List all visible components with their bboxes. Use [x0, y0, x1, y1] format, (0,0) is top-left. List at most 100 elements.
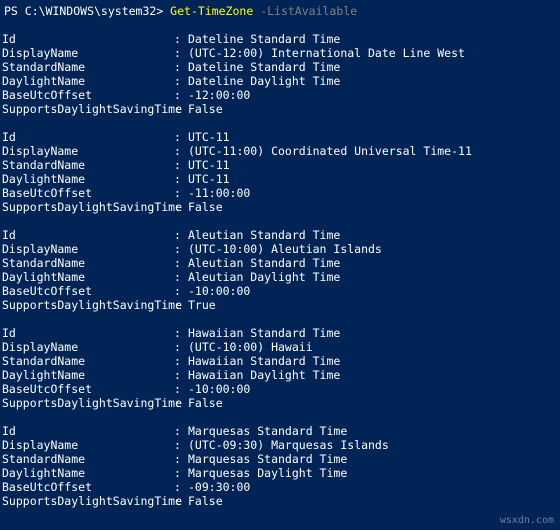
property-row: DisplayName: (UTC-10:00) Hawaii	[2, 340, 560, 354]
property-row: BaseUtcOffset: -10:00:00	[2, 284, 560, 298]
property-value: Dateline Standard Time	[188, 60, 560, 74]
property-value: False	[188, 200, 560, 214]
property-value: Marquesas Standard Time	[188, 424, 560, 438]
property-label: Id	[2, 228, 174, 242]
property-label: SupportsDaylightSavingTime	[2, 494, 174, 508]
property-value: False	[188, 494, 560, 508]
property-value: UTC-11	[188, 158, 560, 172]
property-value: Aleutian Daylight Time	[188, 270, 560, 284]
property-label: DaylightName	[2, 172, 174, 186]
property-label: DaylightName	[2, 270, 174, 284]
property-label: DisplayName	[2, 340, 174, 354]
property-row: DaylightName: Dateline Daylight Time	[2, 74, 560, 88]
property-row: SupportsDaylightSavingTime: False	[2, 200, 560, 214]
property-row: BaseUtcOffset: -10:00:00	[2, 382, 560, 396]
property-label: SupportsDaylightSavingTime	[2, 200, 174, 214]
separator: :	[174, 354, 188, 368]
property-value: (UTC-10:00) Hawaii	[188, 340, 560, 354]
property-row: StandardName: Aleutian Standard Time	[2, 256, 560, 270]
command-text: Get-TimeZone	[170, 4, 253, 18]
property-row: BaseUtcOffset: -12:00:00	[2, 88, 560, 102]
property-value: False	[188, 396, 560, 410]
property-value: (UTC-10:00) Aleutian Islands	[188, 242, 560, 256]
property-label: BaseUtcOffset	[2, 186, 174, 200]
property-value: False	[188, 102, 560, 116]
separator: :	[174, 74, 188, 88]
property-label: BaseUtcOffset	[2, 284, 174, 298]
property-label: StandardName	[2, 60, 174, 74]
property-label: SupportsDaylightSavingTime	[2, 298, 174, 312]
property-row: DaylightName: UTC-11	[2, 172, 560, 186]
property-value: Marquesas Standard Time	[188, 452, 560, 466]
separator: :	[174, 452, 188, 466]
property-value: -12:00:00	[188, 88, 560, 102]
separator: :	[174, 382, 188, 396]
separator: :	[174, 144, 188, 158]
property-value: Hawaiian Standard Time	[188, 354, 560, 368]
separator: :	[174, 88, 188, 102]
property-row: Id: UTC-11	[2, 130, 560, 144]
property-row: DisplayName: (UTC-09:30) Marquesas Islan…	[2, 438, 560, 452]
prompt-line[interactable]: PS C:\WINDOWS\system32> Get-TimeZone -Li…	[0, 4, 560, 18]
property-row: DaylightName: Hawaiian Daylight Time	[2, 368, 560, 382]
property-label: DisplayName	[2, 242, 174, 256]
property-label: StandardName	[2, 158, 174, 172]
property-label: BaseUtcOffset	[2, 480, 174, 494]
property-label: DaylightName	[2, 466, 174, 480]
timezone-entry: Id: Hawaiian Standard TimeDisplayName: (…	[2, 326, 560, 410]
property-row: Id: Hawaiian Standard Time	[2, 326, 560, 340]
property-row: DisplayName: (UTC-12:00) International D…	[2, 46, 560, 60]
separator: :	[174, 438, 188, 452]
property-label: StandardName	[2, 354, 174, 368]
property-value: Marquesas Daylight Time	[188, 466, 560, 480]
property-row: DisplayName: (UTC-10:00) Aleutian Island…	[2, 242, 560, 256]
separator: :	[174, 60, 188, 74]
separator: :	[174, 102, 188, 116]
property-row: BaseUtcOffset: -11:00:00	[2, 186, 560, 200]
separator: :	[174, 340, 188, 354]
property-row: SupportsDaylightSavingTime: False	[2, 494, 560, 508]
property-row: DisplayName: (UTC-11:00) Coordinated Uni…	[2, 144, 560, 158]
separator: :	[174, 130, 188, 144]
timezone-entry: Id: UTC-11DisplayName: (UTC-11:00) Coord…	[2, 130, 560, 214]
property-label: DaylightName	[2, 74, 174, 88]
property-label: Id	[2, 130, 174, 144]
property-label: StandardName	[2, 256, 174, 270]
separator: :	[174, 172, 188, 186]
property-row: SupportsDaylightSavingTime: False	[2, 396, 560, 410]
property-label: StandardName	[2, 452, 174, 466]
watermark: wsxdn.com	[500, 514, 554, 528]
property-value: Dateline Daylight Time	[188, 74, 560, 88]
separator: :	[174, 256, 188, 270]
separator: :	[174, 368, 188, 382]
property-row: Id: Aleutian Standard Time	[2, 228, 560, 242]
separator: :	[174, 186, 188, 200]
prompt-prefix: PS C:\WINDOWS\system32>	[4, 4, 170, 18]
property-label: SupportsDaylightSavingTime	[2, 102, 174, 116]
property-value: Hawaiian Daylight Time	[188, 368, 560, 382]
timezone-entry: Id: Dateline Standard TimeDisplayName: (…	[2, 32, 560, 116]
property-value: Dateline Standard Time	[188, 32, 560, 46]
separator: :	[174, 396, 188, 410]
separator: :	[174, 298, 188, 312]
property-row: BaseUtcOffset: -09:30:00	[2, 480, 560, 494]
property-value: True	[188, 298, 560, 312]
separator: :	[174, 270, 188, 284]
property-value: Aleutian Standard Time	[188, 228, 560, 242]
output-area: Id: Dateline Standard TimeDisplayName: (…	[0, 32, 560, 508]
property-value: (UTC-11:00) Coordinated Universal Time-1…	[188, 144, 560, 158]
separator: :	[174, 242, 188, 256]
timezone-entry: Id: Marquesas Standard TimeDisplayName: …	[2, 424, 560, 508]
property-row: DaylightName: Aleutian Daylight Time	[2, 270, 560, 284]
separator: :	[174, 228, 188, 242]
property-label: DaylightName	[2, 368, 174, 382]
property-row: SupportsDaylightSavingTime: True	[2, 298, 560, 312]
separator: :	[174, 284, 188, 298]
property-label: BaseUtcOffset	[2, 88, 174, 102]
separator: :	[174, 326, 188, 340]
property-value: Hawaiian Standard Time	[188, 326, 560, 340]
property-label: DisplayName	[2, 144, 174, 158]
property-value: -10:00:00	[188, 382, 560, 396]
property-label: SupportsDaylightSavingTime	[2, 396, 174, 410]
property-label: BaseUtcOffset	[2, 382, 174, 396]
